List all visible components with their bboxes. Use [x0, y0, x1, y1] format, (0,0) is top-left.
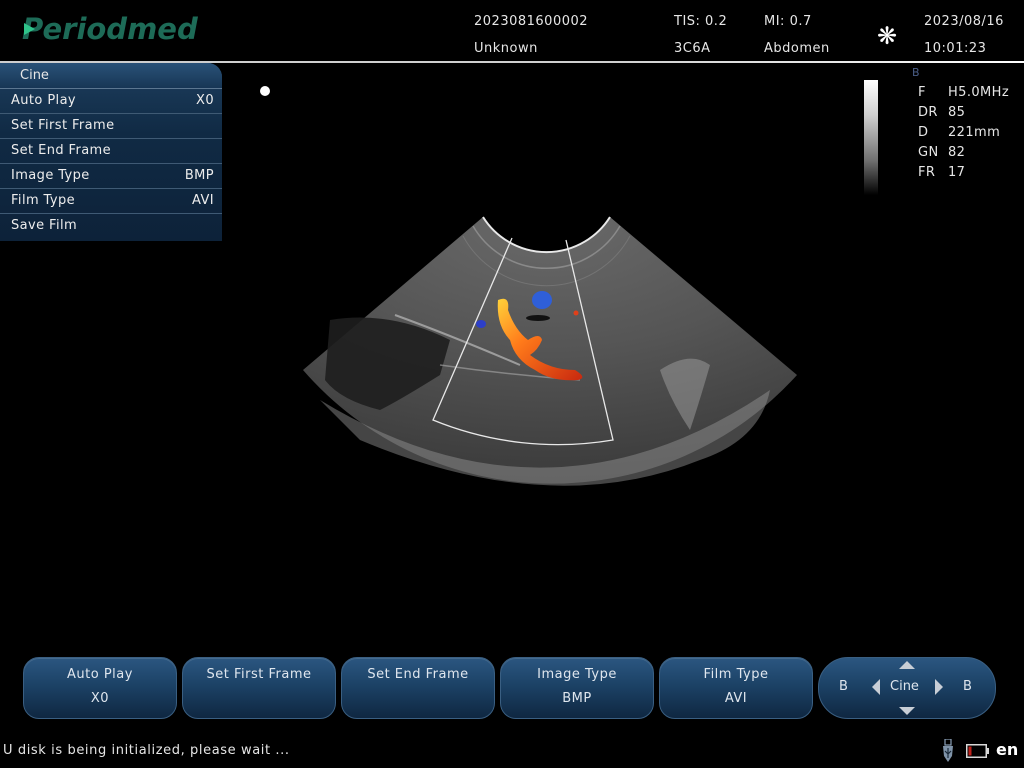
snowflake-icon[interactable]: ❋	[877, 22, 897, 50]
softkey-film-type[interactable]: Film Type AVI	[659, 657, 813, 719]
cine-menu: Cine Auto Play X0 Set First Frame Set En…	[0, 63, 222, 241]
patient-id: 2023081600002	[474, 14, 589, 29]
softkey-set-first-frame[interactable]: Set First Frame	[182, 657, 336, 719]
tis-value: TIS: 0.2	[674, 14, 728, 29]
arrow-right-icon[interactable]	[935, 679, 943, 695]
param-key: FR	[918, 165, 936, 180]
param-gain: GN 82	[918, 145, 965, 160]
menu-item-value: AVI	[192, 193, 214, 208]
softkey-value: AVI	[724, 691, 748, 706]
arrow-down-icon[interactable]	[899, 707, 915, 715]
mi-value: MI: 0.7	[764, 14, 812, 29]
imaging-mode: B	[912, 66, 920, 79]
softkey-label: Film Type	[703, 667, 769, 682]
menu-item-set-first-frame[interactable]: Set First Frame	[0, 114, 222, 139]
param-value: H5.0MHz	[948, 85, 1010, 100]
param-value: 82	[948, 145, 966, 160]
menu-item-label: Auto Play	[11, 93, 77, 108]
softkey-auto-play[interactable]: Auto Play X0	[23, 657, 177, 719]
param-key: F	[918, 85, 926, 100]
ultrasound-image[interactable]	[290, 200, 810, 510]
menu-item-auto-play[interactable]: Auto Play X0	[0, 89, 222, 114]
param-value: 221mm	[948, 125, 1001, 140]
softkey-label: Set First Frame	[206, 667, 312, 682]
nav-right-label[interactable]: B	[963, 679, 972, 694]
menu-item-label: Film Type	[11, 193, 76, 208]
softkey-value	[183, 690, 335, 708]
menu-item-label: Set End Frame	[11, 143, 112, 158]
menu-item-label: Save Film	[11, 218, 78, 233]
exam-preset: Abdomen	[764, 41, 830, 56]
menu-item-set-end-frame[interactable]: Set End Frame	[0, 139, 222, 164]
softkey-value	[342, 690, 494, 708]
param-dynamic-range: DR 85	[918, 105, 965, 120]
menu-item-label: Image Type	[11, 168, 90, 183]
brand-logo: Periodmed	[22, 12, 198, 46]
color-flow-blue	[532, 291, 552, 309]
cine-menu-title: Cine	[0, 63, 222, 89]
softkey-label: Set End Frame	[367, 667, 469, 682]
menu-item-image-type[interactable]: Image Type BMP	[0, 164, 222, 189]
date: 2023/08/16	[924, 14, 1004, 29]
menu-item-save-film[interactable]: Save Film	[0, 214, 222, 238]
status-message: U disk is being initialized, please wait…	[3, 743, 290, 758]
grayscale-bar	[864, 80, 878, 195]
param-key: DR	[918, 105, 938, 120]
param-frame-rate: FR 17	[918, 165, 965, 180]
param-key: D	[918, 125, 929, 140]
softkey-value: BMP	[562, 691, 592, 706]
param-value: 17	[948, 165, 966, 180]
usb-icon	[943, 739, 953, 762]
softkey-value: X0	[90, 691, 110, 706]
softkey-image-type[interactable]: Image Type BMP	[500, 657, 654, 719]
menu-item-value: X0	[196, 93, 214, 108]
softkey-set-end-frame[interactable]: Set End Frame	[341, 657, 495, 719]
cine-nav-control: B Cine B	[818, 657, 996, 719]
language-indicator[interactable]: en	[996, 740, 1018, 759]
orientation-marker	[260, 86, 270, 96]
logo-play-icon	[24, 23, 35, 35]
menu-item-film-type[interactable]: Film Type AVI	[0, 189, 222, 214]
param-value: 85	[948, 105, 966, 120]
battery-low-icon	[966, 744, 989, 758]
time: 10:01:23	[924, 41, 987, 56]
param-key: GN	[918, 145, 939, 160]
menu-item-label: Set First Frame	[11, 118, 115, 133]
param-frequency: F H5.0MHz	[918, 85, 1009, 100]
nav-center-label: Cine	[890, 679, 919, 694]
nav-left-label[interactable]: B	[839, 679, 848, 694]
arrow-left-icon[interactable]	[872, 679, 880, 695]
param-depth: D 221mm	[918, 125, 1000, 140]
arrow-up-icon[interactable]	[899, 661, 915, 669]
menu-item-value: BMP	[184, 168, 214, 183]
softkey-label: Image Type	[537, 667, 617, 682]
softkey-label: Auto Play	[67, 667, 133, 682]
patient-name: Unknown	[474, 41, 538, 56]
brand-name: Periodmed	[22, 12, 198, 46]
color-flow-blue-small	[476, 320, 486, 328]
probe-name: 3C6A	[674, 41, 711, 56]
